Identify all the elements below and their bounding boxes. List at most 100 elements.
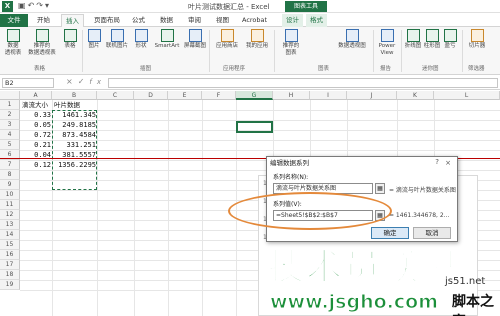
cell-a4[interactable]: 0.72	[20, 130, 51, 140]
watermark-side-text: js51.net	[445, 276, 486, 287]
qat-more-icon[interactable]: ▾	[45, 1, 51, 10]
undo-icon[interactable]: ↶	[28, 1, 37, 10]
ribbon-divider	[401, 30, 402, 72]
win-loss-icon	[443, 29, 457, 42]
line-sparkline-button[interactable]: 折线图	[404, 29, 422, 50]
row-header[interactable]: 1	[0, 100, 20, 110]
gridline	[168, 100, 169, 316]
column-header-g[interactable]: G	[236, 91, 273, 100]
ribbon-divider	[462, 30, 463, 72]
close-icon[interactable]: ×	[441, 158, 455, 168]
pivot-chart-button[interactable]: 数据透视图	[334, 29, 370, 50]
tab-formulas[interactable]: 公式	[128, 14, 149, 27]
row-header[interactable]: 8	[0, 170, 20, 180]
column-header-b[interactable]: B	[52, 91, 97, 100]
row-header[interactable]: 17	[0, 260, 20, 270]
column-header-e[interactable]: E	[168, 91, 202, 100]
group-label-illustrations: 插图	[140, 66, 152, 72]
dialog-title[interactable]: 编辑数据系列	[267, 157, 457, 169]
row-header[interactable]: 12	[0, 210, 20, 220]
name-box[interactable]: B2	[2, 78, 54, 88]
row-header[interactable]: 19	[0, 280, 20, 290]
collapse-dialog-icon[interactable]: ▦	[375, 183, 385, 194]
confirm-formula-icon[interactable]: ✓	[78, 77, 90, 86]
series-values-preview: = 1461.344678, 2...	[389, 212, 450, 219]
column-header-h[interactable]: H	[273, 91, 310, 100]
pivot-chart-icon	[345, 29, 359, 42]
tab-data[interactable]: 数据	[156, 14, 177, 27]
row-header[interactable]: 11	[0, 200, 20, 210]
cell-a3[interactable]: 0.05	[20, 120, 51, 130]
picture-button[interactable]: 图片	[86, 29, 102, 50]
cell-a1[interactable]: 滴流大小	[22, 100, 52, 110]
watermark-side-logo: 脚本之家	[452, 294, 494, 316]
pivot-table-button[interactable]: 数据 透视表	[4, 29, 22, 57]
recommended-charts-button[interactable]: 推荐的 图表	[278, 29, 304, 57]
cell-a7[interactable]: 0.12	[20, 160, 51, 170]
pivot-table-icon	[6, 29, 20, 42]
smartart-button[interactable]: SmartArt	[153, 29, 181, 50]
redo-icon[interactable]: ↷	[36, 1, 45, 10]
tab-design[interactable]: 设计	[282, 14, 303, 27]
group-label-filters: 筛选器	[468, 66, 485, 72]
column-header-a[interactable]: A	[20, 91, 52, 100]
row-header[interactable]: 15	[0, 240, 20, 250]
formula-bar: B2 ×✓fx	[0, 76, 500, 90]
win-loss-button[interactable]: 盈亏	[442, 29, 458, 50]
store-button[interactable]: 应用商店	[213, 29, 241, 50]
tab-home[interactable]: 开始	[33, 14, 54, 27]
cell-b1[interactable]: 叶片数据	[54, 100, 96, 110]
screenshot-button[interactable]: 屏幕截图	[183, 29, 207, 50]
group-label-charts: 图表	[318, 66, 330, 72]
table-button[interactable]: 表格	[62, 29, 78, 50]
formula-input[interactable]	[108, 78, 498, 88]
tab-acrobat[interactable]: Acrobat	[238, 14, 271, 27]
help-icon[interactable]: ?	[435, 158, 439, 166]
row-header[interactable]: 7	[0, 160, 20, 170]
column-header-l[interactable]: L	[434, 91, 500, 100]
my-apps-button[interactable]: 我的应用	[243, 29, 271, 50]
column-header-f[interactable]: F	[202, 91, 236, 100]
online-picture-button[interactable]: 联机图片	[104, 29, 130, 50]
column-header-j[interactable]: J	[347, 91, 397, 100]
power-view-button[interactable]: Power View	[376, 29, 398, 57]
ribbon-insert: 数据 透视表 推荐的 数据透视表 表格 表格 图片 联机图片 形状 SmartA…	[0, 27, 500, 75]
tab-format[interactable]: 格式	[306, 14, 327, 27]
picture-icon	[87, 29, 101, 42]
quick-access-toolbar[interactable]: ▣↶↷▾	[18, 1, 51, 10]
row-header[interactable]: 18	[0, 270, 20, 280]
column-header-k[interactable]: K	[397, 91, 434, 100]
cell-a2[interactable]: 0.33	[20, 110, 51, 120]
gridline	[134, 100, 135, 316]
tab-review[interactable]: 审阅	[184, 14, 205, 27]
row-header[interactable]: 4	[0, 130, 20, 140]
shapes-button[interactable]: 形状	[132, 29, 150, 50]
select-all-corner[interactable]	[0, 91, 20, 100]
column-header-c[interactable]: C	[97, 91, 134, 100]
insert-function-icon[interactable]: fx	[89, 78, 106, 86]
tab-file[interactable]: 文件	[0, 14, 28, 27]
tab-insert[interactable]: 插入	[61, 14, 84, 27]
tab-view[interactable]: 视图	[212, 14, 233, 27]
tab-page-layout[interactable]: 页面布局	[90, 14, 124, 27]
row-header[interactable]: 2	[0, 110, 20, 120]
active-cell-selection[interactable]	[236, 121, 273, 133]
save-icon[interactable]: ▣	[18, 1, 28, 10]
row-header[interactable]: 16	[0, 250, 20, 260]
row-header[interactable]: 3	[0, 120, 20, 130]
cell-a5[interactable]: 0.21	[20, 140, 51, 150]
column-header-i[interactable]: I	[310, 91, 347, 100]
row-header[interactable]: 9	[0, 180, 20, 190]
recommended-charts-icon	[284, 29, 298, 42]
row-header[interactable]: 14	[0, 230, 20, 240]
copy-marquee-range	[52, 110, 97, 190]
column-sparkline-button[interactable]: 柱形图	[423, 29, 441, 50]
excel-app-icon[interactable]: X	[2, 1, 13, 12]
recommended-pivot-button[interactable]: 推荐的 数据透视表	[25, 29, 59, 57]
cancel-formula-icon[interactable]: ×	[66, 77, 78, 86]
row-header[interactable]: 13	[0, 220, 20, 230]
row-header[interactable]: 10	[0, 190, 20, 200]
slicer-button[interactable]: 切片器	[466, 29, 488, 50]
column-header-d[interactable]: D	[134, 91, 168, 100]
row-header[interactable]: 5	[0, 140, 20, 150]
